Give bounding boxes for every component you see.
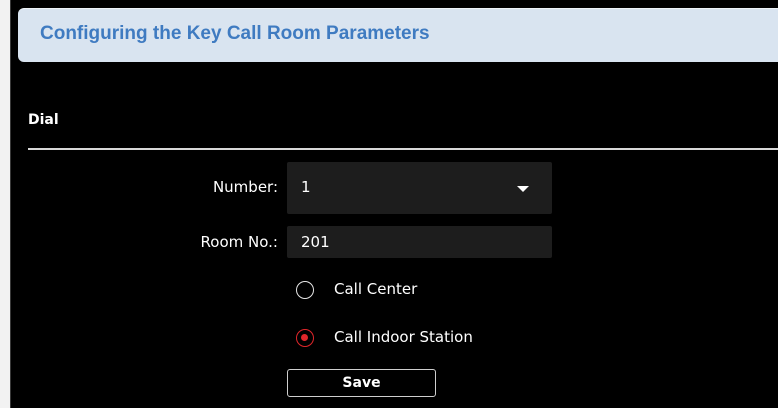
number-select[interactable]: 1: [287, 162, 552, 214]
number-select-value: 1: [301, 178, 311, 196]
section-divider: [28, 148, 778, 150]
room-no-label: Room No.:: [200, 233, 278, 251]
page-header: Configuring the Key Call Room Parameters: [18, 8, 778, 62]
radio-call-center-label: Call Center: [334, 280, 418, 298]
radio-call-indoor-station-label: Call Indoor Station: [334, 328, 473, 346]
window-edge: [0, 0, 10, 408]
radio-unchecked-icon: [296, 281, 314, 299]
room-no-input[interactable]: [287, 226, 552, 258]
number-label: Number:: [212, 178, 278, 196]
page-title: Configuring the Key Call Room Parameters: [40, 23, 430, 44]
radio-dot-icon: [301, 334, 308, 341]
save-button[interactable]: Save: [287, 369, 436, 397]
radio-checked-icon: [296, 329, 314, 347]
chevron-down-icon: [517, 186, 529, 192]
section-title: Dial: [28, 112, 59, 128]
